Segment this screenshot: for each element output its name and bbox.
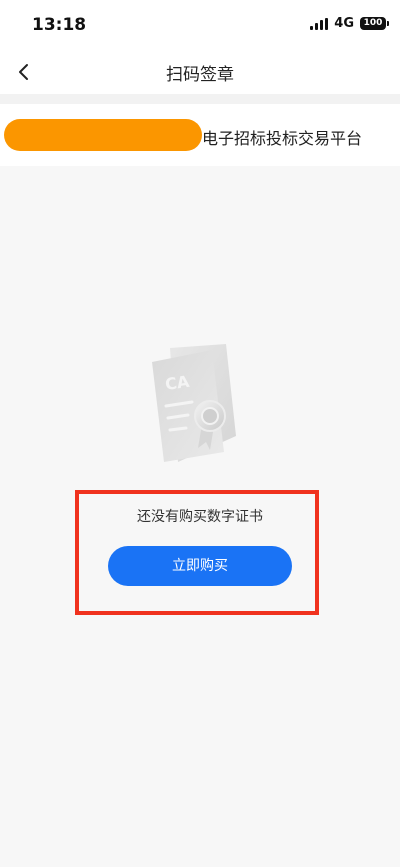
status-bar: 13:18 4G 100 — [0, 0, 400, 50]
buy-now-button[interactable]: 立即购买 — [108, 546, 292, 586]
page-title: 扫码签章 — [166, 65, 234, 85]
ca-label: CA — [164, 372, 191, 394]
status-time: 13:18 — [32, 15, 87, 35]
battery-icon: 100 — [360, 17, 389, 30]
redacted-platform-prefix — [4, 119, 202, 151]
platform-name: 电子招标投标交易平台 — [202, 129, 363, 148]
empty-state-message: 还没有购买数字证书 — [137, 509, 263, 525]
platform-row: 电子招标投标交易平台 — [0, 104, 400, 166]
divider — [0, 94, 400, 104]
battery-level: 100 — [363, 18, 383, 28]
network-type: 4G — [334, 16, 354, 31]
scan-sign-screen: 13:18 4G 100 扫码签章 电子招标投标交易平台 CA 还没有购买数字证… — [0, 0, 400, 867]
certificate-illustration: CA — [152, 344, 236, 462]
nav-bar: 扫码签章 — [0, 50, 400, 94]
status-indicators: 4G 100 — [310, 16, 389, 31]
signal-icon — [310, 17, 329, 30]
